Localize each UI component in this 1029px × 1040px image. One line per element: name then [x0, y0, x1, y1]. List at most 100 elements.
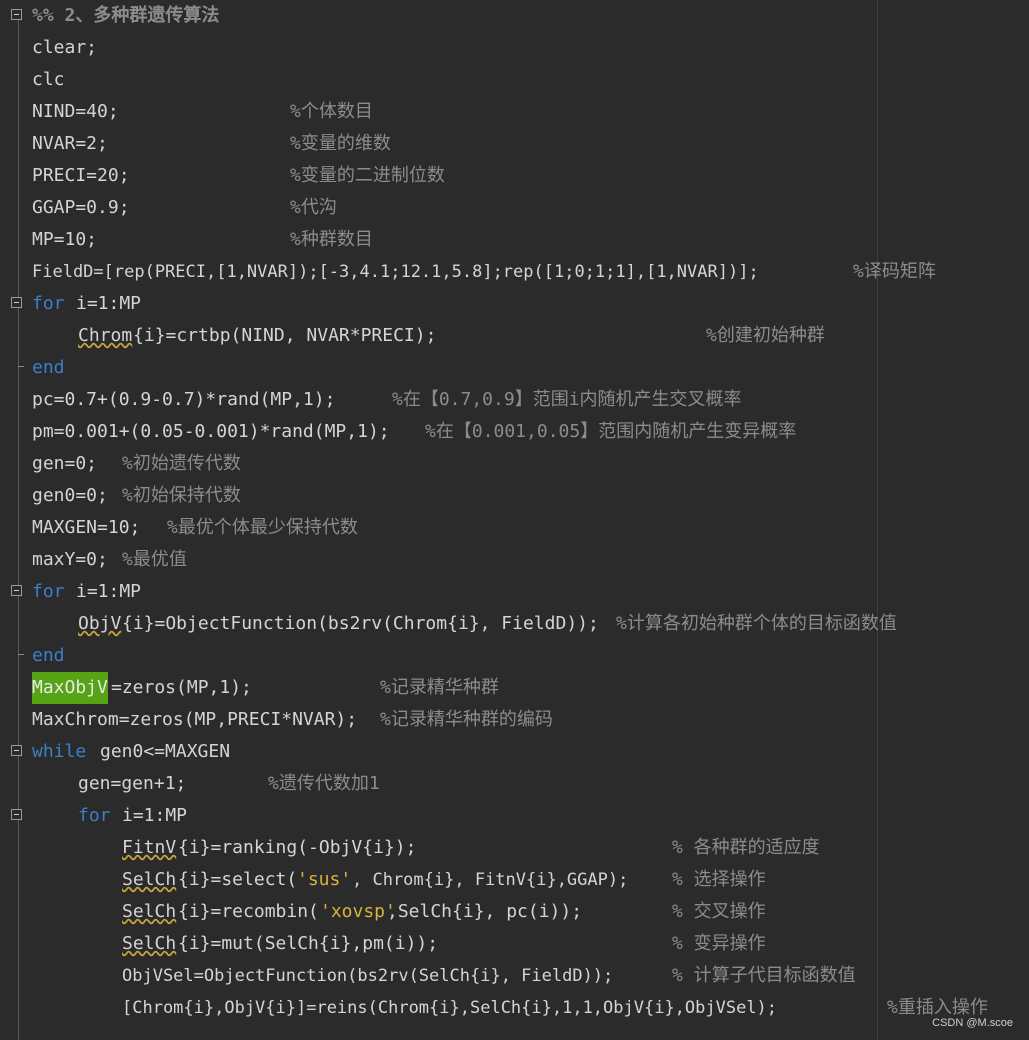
string-literal: 'sus' — [297, 869, 352, 890]
warning-identifier[interactable]: FitnV — [122, 832, 176, 864]
keyword: end — [32, 645, 65, 666]
code-line[interactable]: end — [0, 640, 1029, 672]
fold-collapse-icon[interactable] — [11, 809, 22, 820]
code-line[interactable]: FitnV {i}=ranking(-ObjV{i}); % 各种群的适应度 — [0, 832, 1029, 864]
code-text: ,SelCh{i}, pc(i)); — [387, 901, 583, 922]
code-line[interactable]: for i=1:MP — [0, 800, 1029, 832]
code-text: NVAR=2; — [32, 133, 108, 154]
code-line[interactable]: MaxObjV =zeros(MP,1); %记录精华种群 — [0, 672, 1029, 704]
code-line[interactable]: %% 2、多种群遗传算法 — [0, 0, 1029, 32]
comment-text: %种群数目 — [290, 229, 373, 250]
code-text: pc=0.7+(0.9-0.7)*rand(MP,1); — [32, 389, 336, 410]
code-text: maxY=0; — [32, 549, 108, 570]
keyword: end — [32, 357, 65, 378]
code-line[interactable]: ObjV {i}=ObjectFunction(bs2rv(Chrom{i}, … — [0, 608, 1029, 640]
code-text: i=1:MP — [76, 581, 142, 602]
section-header: %% 2、多种群遗传算法 — [32, 5, 220, 26]
code-text: NIND=40; — [32, 101, 119, 122]
fold-end-marker — [18, 654, 24, 655]
code-line[interactable]: gen0=0; %初始保持代数 — [0, 480, 1029, 512]
code-line[interactable]: gen=gen+1; %遗传代数加1 — [0, 768, 1029, 800]
comment-text: % 选择操作 — [672, 869, 766, 890]
comment-text: %译码矩阵 — [853, 261, 936, 282]
warning-identifier[interactable]: ObjV — [78, 608, 121, 640]
code-text: PRECI=20; — [32, 165, 130, 186]
comment-text: %记录精华种群 — [380, 677, 499, 698]
comment-text: %最优值 — [122, 549, 187, 570]
code-text: pm=0.001+(0.05-0.001)*rand(MP,1); — [32, 421, 390, 442]
comment-text: %初始遗传代数 — [122, 453, 241, 474]
code-line[interactable]: GGAP=0.9; %代沟 — [0, 192, 1029, 224]
comment-text: %创建初始种群 — [706, 325, 825, 346]
code-line[interactable]: pm=0.001+(0.05-0.001)*rand(MP,1); %在【0.0… — [0, 416, 1029, 448]
comment-text: %代沟 — [290, 197, 337, 218]
code-line[interactable]: Chrom {i}=crtbp(NIND, NVAR*PRECI); %创建初始… — [0, 320, 1029, 352]
comment-text: %遗传代数加1 — [268, 773, 380, 794]
warning-identifier[interactable]: SelCh — [122, 864, 176, 896]
code-line[interactable]: maxY=0; %最优值 — [0, 544, 1029, 576]
comment-text: % 各种群的适应度 — [672, 837, 820, 858]
code-line[interactable]: pc=0.7+(0.9-0.7)*rand(MP,1); %在【0.7,0.9】… — [0, 384, 1029, 416]
fold-collapse-icon[interactable] — [11, 745, 22, 756]
code-text: GGAP=0.9; — [32, 197, 130, 218]
fold-collapse-icon[interactable] — [11, 297, 22, 308]
code-text: gen=0; — [32, 453, 98, 474]
code-text: [Chrom{i},ObjV{i}]=reins(Chrom{i},SelCh{… — [122, 998, 778, 1018]
comment-text: %最优个体最少保持代数 — [167, 517, 358, 538]
code-text: {i}=ObjectFunction(bs2rv(Chrom{i}, Field… — [122, 613, 599, 634]
highlighted-identifier[interactable]: MaxObjV — [32, 672, 108, 704]
code-text: , Chrom{i}, FitnV{i},GGAP); — [352, 870, 629, 890]
code-line[interactable]: for i=1:MP — [0, 288, 1029, 320]
comment-text: %变量的维数 — [290, 133, 391, 154]
comment-text: %初始保持代数 — [122, 485, 241, 506]
code-line[interactable]: [Chrom{i},ObjV{i}]=reins(Chrom{i},SelCh{… — [0, 992, 1029, 1024]
code-text: clc — [32, 69, 65, 90]
code-text: gen0<=MAXGEN — [100, 741, 231, 762]
code-line[interactable]: MP=10; %种群数目 — [0, 224, 1029, 256]
code-line[interactable]: end — [0, 352, 1029, 384]
code-text: {i}=mut(SelCh{i},pm(i)); — [178, 933, 439, 954]
code-line[interactable]: SelCh {i}=select( 'sus' , Chrom{i}, Fitn… — [0, 864, 1029, 896]
code-editor[interactable]: %% 2、多种群遗传算法 clear; clc NIND=40; %个体数目 N… — [0, 0, 1029, 1040]
code-line[interactable]: SelCh {i}=mut(SelCh{i},pm(i)); % 变异操作 — [0, 928, 1029, 960]
code-text: {i}=ranking(-ObjV{i}); — [178, 837, 417, 858]
comment-text: %记录精华种群的编码 — [380, 709, 553, 730]
code-line[interactable]: NVAR=2; %变量的维数 — [0, 128, 1029, 160]
code-line[interactable]: ObjVSel=ObjectFunction(bs2rv(SelCh{i}, F… — [0, 960, 1029, 992]
code-line[interactable]: PRECI=20; %变量的二进制位数 — [0, 160, 1029, 192]
watermark: CSDN @M.scoe — [932, 1017, 1013, 1029]
warning-identifier[interactable]: Chrom — [78, 320, 132, 352]
code-text: i=1:MP — [122, 805, 188, 826]
comment-text: %在【0.001,0.05】范围内随机产生变异概率 — [425, 421, 797, 442]
warning-identifier[interactable]: SelCh — [122, 928, 176, 960]
code-text: ObjVSel=ObjectFunction(bs2rv(SelCh{i}, F… — [122, 966, 614, 986]
code-line[interactable]: clc — [0, 64, 1029, 96]
keyword: for — [32, 293, 65, 314]
fold-collapse-icon[interactable] — [11, 585, 22, 596]
code-line[interactable]: while gen0<=MAXGEN — [0, 736, 1029, 768]
code-text: MAXGEN=10; — [32, 517, 141, 538]
code-line[interactable]: MaxChrom=zeros(MP,PRECI*NVAR); %记录精华种群的编… — [0, 704, 1029, 736]
code-text: =zeros(MP,1); — [111, 677, 252, 698]
keyword: for — [78, 805, 111, 826]
code-line[interactable]: clear; — [0, 32, 1029, 64]
warning-identifier[interactable]: SelCh — [122, 896, 176, 928]
code-text: MaxChrom=zeros(MP,PRECI*NVAR); — [32, 709, 358, 730]
code-text: {i}=crtbp(NIND, NVAR*PRECI); — [133, 325, 437, 346]
code-line[interactable]: for i=1:MP — [0, 576, 1029, 608]
code-text: gen=gen+1; — [78, 773, 187, 794]
code-text: FieldD=[rep(PRECI,[1,NVAR]);[-3,4.1;12.1… — [32, 262, 759, 282]
code-line[interactable]: SelCh {i}=recombin( 'xovsp' ,SelCh{i}, p… — [0, 896, 1029, 928]
comment-text: %计算各初始种群个体的目标函数值 — [616, 613, 897, 634]
code-line[interactable]: gen=0; %初始遗传代数 — [0, 448, 1029, 480]
code-text: MP=10; — [32, 229, 98, 250]
code-line[interactable]: MAXGEN=10; %最优个体最少保持代数 — [0, 512, 1029, 544]
keyword: for — [32, 581, 65, 602]
fold-end-marker — [18, 366, 24, 367]
code-line[interactable]: FieldD=[rep(PRECI,[1,NVAR]);[-3,4.1;12.1… — [0, 256, 1029, 288]
comment-text: %个体数目 — [290, 101, 373, 122]
fold-collapse-icon[interactable] — [11, 9, 22, 20]
code-text: {i}=select( — [178, 869, 298, 890]
code-line[interactable]: NIND=40; %个体数目 — [0, 96, 1029, 128]
comment-text: % 变异操作 — [672, 933, 766, 954]
